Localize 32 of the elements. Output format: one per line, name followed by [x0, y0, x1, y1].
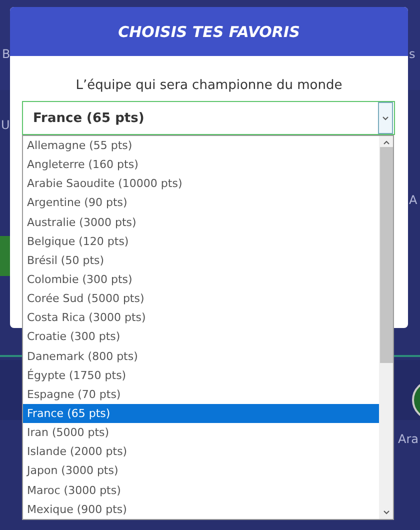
- background-text: A: [409, 193, 418, 207]
- dropdown-option[interactable]: Iran (5000 pts): [23, 423, 379, 442]
- dropdown-option[interactable]: Maroc (3000 pts): [23, 480, 379, 500]
- background-text: Ara: [398, 432, 418, 446]
- dropdown-option[interactable]: Colombie (300 pts): [23, 270, 379, 290]
- scroll-up-icon[interactable]: [382, 140, 390, 145]
- dropdown-option[interactable]: Égypte (1750 pts): [23, 366, 379, 385]
- dropdown-option[interactable]: Arabie Saoudite (10000 pts): [23, 174, 379, 194]
- background-text: U: [1, 118, 10, 132]
- dropdown-option[interactable]: Espagne (70 pts): [23, 384, 379, 404]
- background-text: s: [409, 47, 416, 61]
- team-select[interactable]: France (65 pts): [22, 101, 395, 135]
- dropdown-option[interactable]: Japon (3000 pts): [23, 461, 379, 481]
- background-text: B: [2, 47, 10, 61]
- dropdown-option[interactable]: Islande (2000 pts): [23, 442, 379, 462]
- dropdown-option[interactable]: Brésil (50 pts): [23, 250, 379, 270]
- dropdown-option[interactable]: Argentine (90 pts): [23, 193, 379, 213]
- scroll-down-icon[interactable]: [382, 510, 390, 515]
- dropdown-option[interactable]: Mexique (900 pts): [23, 500, 379, 519]
- scrollbar[interactable]: [379, 136, 393, 519]
- chevron-down-icon: [382, 116, 389, 120]
- question-label: L’équipe qui sera championne du monde: [74, 78, 344, 93]
- dropdown-option[interactable]: Allemagne (55 pts): [23, 136, 379, 156]
- dropdown-option[interactable]: France (65 pts): [23, 404, 379, 424]
- dropdown-option[interactable]: Croatie (300 pts): [23, 327, 379, 347]
- modal-title: CHOISIS TES FAVORIS: [118, 22, 300, 40]
- dropdown-option[interactable]: Angleterre (160 pts): [23, 155, 379, 174]
- dropdown-option[interactable]: Australie (3000 pts): [23, 212, 379, 232]
- dropdown-option[interactable]: Belgique (120 pts): [23, 232, 379, 251]
- dropdown-option[interactable]: Costa Rica (3000 pts): [23, 308, 379, 328]
- dropdown-option[interactable]: Corée Sud (5000 pts): [23, 289, 379, 308]
- dropdown-option[interactable]: Danemark (800 pts): [23, 346, 379, 366]
